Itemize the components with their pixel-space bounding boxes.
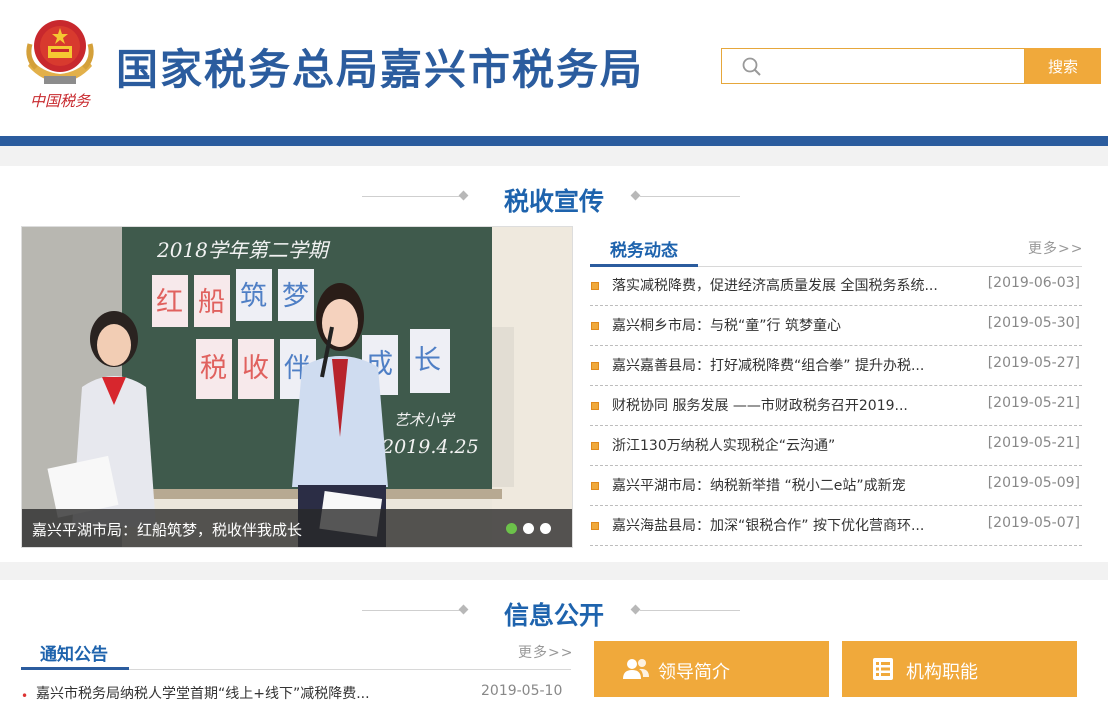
news-title[interactable]: 财税协同 服务发展 ——市财政税务召开2019...: [612, 395, 962, 415]
svg-text:艺术小学: 艺术小学: [394, 411, 456, 429]
search-button[interactable]: 搜索: [1025, 48, 1101, 84]
svg-text:税: 税: [200, 353, 227, 384]
bullet-icon: •: [21, 689, 29, 703]
tab-underline: [21, 667, 129, 670]
tax-emblem-logo[interactable]: 中国税务: [22, 14, 98, 112]
list-item[interactable]: 浙江130万纳税人实现税企“云沟通” [2019-05-21]: [590, 426, 1082, 466]
list-item[interactable]: 嘉兴嘉善县局：打好减税降费“组合拳” 提升办税... [2019-05-27]: [590, 346, 1082, 386]
notice-date: 2019-05-10: [481, 683, 563, 699]
list-item[interactable]: 财税协同 服务发展 ——市财政税务召开2019... [2019-05-21]: [590, 386, 1082, 426]
list-item[interactable]: 嘉兴海盐县局：加深“银税合作” 按下优化营商环... [2019-05-07]: [590, 506, 1082, 546]
users-icon: [623, 659, 649, 679]
news-more-link[interactable]: 更多>>: [1028, 238, 1083, 258]
carousel-photo: 2018学年第二学期 红 船 筑 梦 税 收 伴 成 长 艺术小学 2019.4…: [22, 227, 572, 547]
svg-text:2018学年第二学期: 2018学年第二学期: [156, 238, 331, 262]
svg-text:筑: 筑: [240, 281, 267, 312]
bullet-icon: [591, 282, 599, 290]
news-date: [2019-05-09]: [987, 475, 1080, 491]
site-title: 国家税务总局嘉兴市税务局: [116, 45, 645, 94]
site-header: 中国税务 国家税务总局嘉兴市税务局 搜索: [0, 0, 1108, 136]
section-heading-tax-promo: 税收宣传: [503, 187, 604, 216]
list-item[interactable]: 嘉兴平湖市局：纳税新举措 “税小二e站”成新宠 [2019-05-09]: [590, 466, 1082, 506]
notice-more-link[interactable]: 更多>>: [518, 642, 573, 662]
search-input[interactable]: [772, 53, 1016, 81]
news-date: [2019-05-27]: [987, 355, 1080, 371]
carousel-dot-3[interactable]: [540, 523, 551, 534]
carousel-caption-bar: 嘉兴平湖市局：红船筑梦，税收伴我成长: [22, 509, 572, 547]
news-date: [2019-05-30]: [987, 315, 1080, 331]
svg-text:收: 收: [242, 353, 269, 384]
news-title[interactable]: 落实减税降费，促进经济高质量发展 全国税务系统...: [612, 275, 962, 295]
leader-intro-button[interactable]: 领导简介: [594, 641, 829, 697]
svg-text:长: 长: [414, 345, 441, 376]
notice-title[interactable]: 嘉兴市税务局纳税人学堂首期“线上+线下”减税降费...: [36, 683, 370, 703]
bullet-icon: [591, 442, 599, 450]
news-title[interactable]: 嘉兴嘉善县局：打好减税降费“组合拳” 提升办税...: [612, 355, 962, 375]
list-item[interactable]: 嘉兴桐乡市局：与税“童”行 筑梦童心 [2019-05-30]: [590, 306, 1082, 346]
tab-notices[interactable]: 通知公告: [40, 640, 108, 665]
news-date: [2019-05-21]: [987, 435, 1080, 451]
leader-intro-label: 领导简介: [658, 662, 730, 683]
news-date: [2019-05-21]: [987, 395, 1080, 411]
news-title[interactable]: 浙江130万纳税人实现税企“云沟通”: [612, 435, 962, 455]
carousel-dot-2[interactable]: [523, 523, 534, 534]
bullet-icon: [591, 522, 599, 530]
org-functions-button[interactable]: 机构职能: [842, 641, 1077, 697]
news-title[interactable]: 嘉兴桐乡市局：与税“童”行 筑梦童心: [612, 315, 962, 335]
list-icon: [873, 658, 893, 680]
heading-deco-right: [640, 610, 740, 611]
svg-text:红: 红: [156, 287, 183, 318]
list-item[interactable]: 落实减税降费，促进经济高质量发展 全国税务系统... [2019-06-03]: [590, 266, 1082, 306]
svg-text:中国税务: 中国税务: [30, 92, 92, 110]
search-icon: [742, 57, 761, 76]
svg-text:2019.4.25: 2019.4.25: [381, 436, 479, 458]
bullet-icon: [591, 362, 599, 370]
svg-text:船: 船: [198, 287, 225, 318]
news-date: [2019-06-03]: [987, 275, 1080, 291]
news-date: [2019-05-07]: [987, 515, 1080, 531]
heading-deco-right: [640, 196, 740, 197]
bullet-icon: [591, 322, 599, 330]
bullet-icon: [591, 402, 599, 410]
news-list: 落实减税降费，促进经济高质量发展 全国税务系统... [2019-06-03] …: [590, 266, 1082, 546]
carousel-dot-1[interactable]: [506, 523, 517, 534]
header-divider-bar: [0, 136, 1108, 146]
org-functions-label: 机构职能: [906, 662, 978, 683]
photo-carousel[interactable]: 2018学年第二学期 红 船 筑 梦 税 收 伴 成 长 艺术小学 2019.4…: [21, 226, 573, 548]
news-title[interactable]: 嘉兴海盐县局：加深“银税合作” 按下优化营商环...: [612, 515, 962, 535]
tab-tax-news[interactable]: 税务动态: [610, 236, 678, 261]
carousel-caption[interactable]: 嘉兴平湖市局：红船筑梦，税收伴我成长: [32, 519, 302, 540]
bullet-icon: [591, 482, 599, 490]
section-heading-info: 信息公开: [503, 601, 604, 630]
svg-text:梦: 梦: [282, 281, 309, 312]
search-box: [721, 48, 1025, 84]
news-title[interactable]: 嘉兴平湖市局：纳税新举措 “税小二e站”成新宠: [612, 475, 962, 495]
